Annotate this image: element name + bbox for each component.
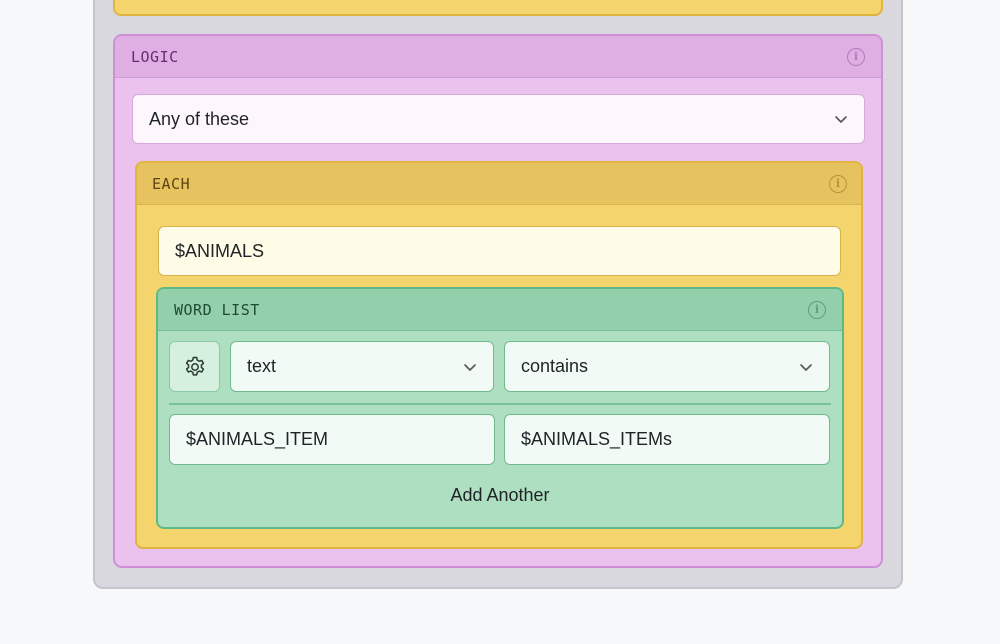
divider (169, 403, 831, 405)
logic-header: LOGIC i (115, 36, 881, 78)
each-variable-value: $ANIMALS (175, 240, 265, 261)
operator-select-value: contains (521, 356, 589, 376)
chevron-down-icon (464, 363, 476, 371)
word-input-2-value: $ANIMALS_ITEMs (521, 429, 673, 449)
word-list-block: WORD LIST i text contains $ANIMALS_ITEM (156, 287, 844, 529)
field-select[interactable]: text (230, 341, 494, 392)
chevron-down-icon (835, 116, 847, 123)
each-block: EACH i $ANIMALS WORD LIST i text contain… (135, 161, 863, 549)
gear-icon (185, 356, 204, 376)
each-header: EACH i (137, 163, 861, 205)
logic-mode-value: Any of these (149, 108, 250, 129)
word-list-header: WORD LIST i (158, 289, 842, 331)
each-title: EACH (152, 174, 191, 193)
info-icon[interactable]: i (847, 47, 865, 66)
word-input-2[interactable]: $ANIMALS_ITEMs (504, 414, 830, 465)
operator-select[interactable]: contains (504, 341, 830, 392)
logic-title: LOGIC (131, 47, 179, 66)
word-list-title: WORD LIST (174, 300, 260, 319)
word-input-1[interactable]: $ANIMALS_ITEM (169, 414, 495, 465)
info-icon[interactable]: i (808, 300, 826, 319)
info-icon[interactable]: i (829, 174, 847, 193)
previous-block (113, 0, 883, 16)
chevron-down-icon (800, 363, 812, 371)
field-select-value: text (247, 356, 277, 376)
logic-block: LOGIC i Any of these EACH i $ANIMALS WOR… (113, 34, 883, 568)
settings-button[interactable] (169, 341, 220, 392)
word-input-1-value: $ANIMALS_ITEM (186, 429, 329, 449)
each-variable-input[interactable]: $ANIMALS (158, 226, 841, 276)
add-another-button[interactable]: Add Another (158, 485, 842, 506)
logic-mode-select[interactable]: Any of these (132, 94, 865, 144)
